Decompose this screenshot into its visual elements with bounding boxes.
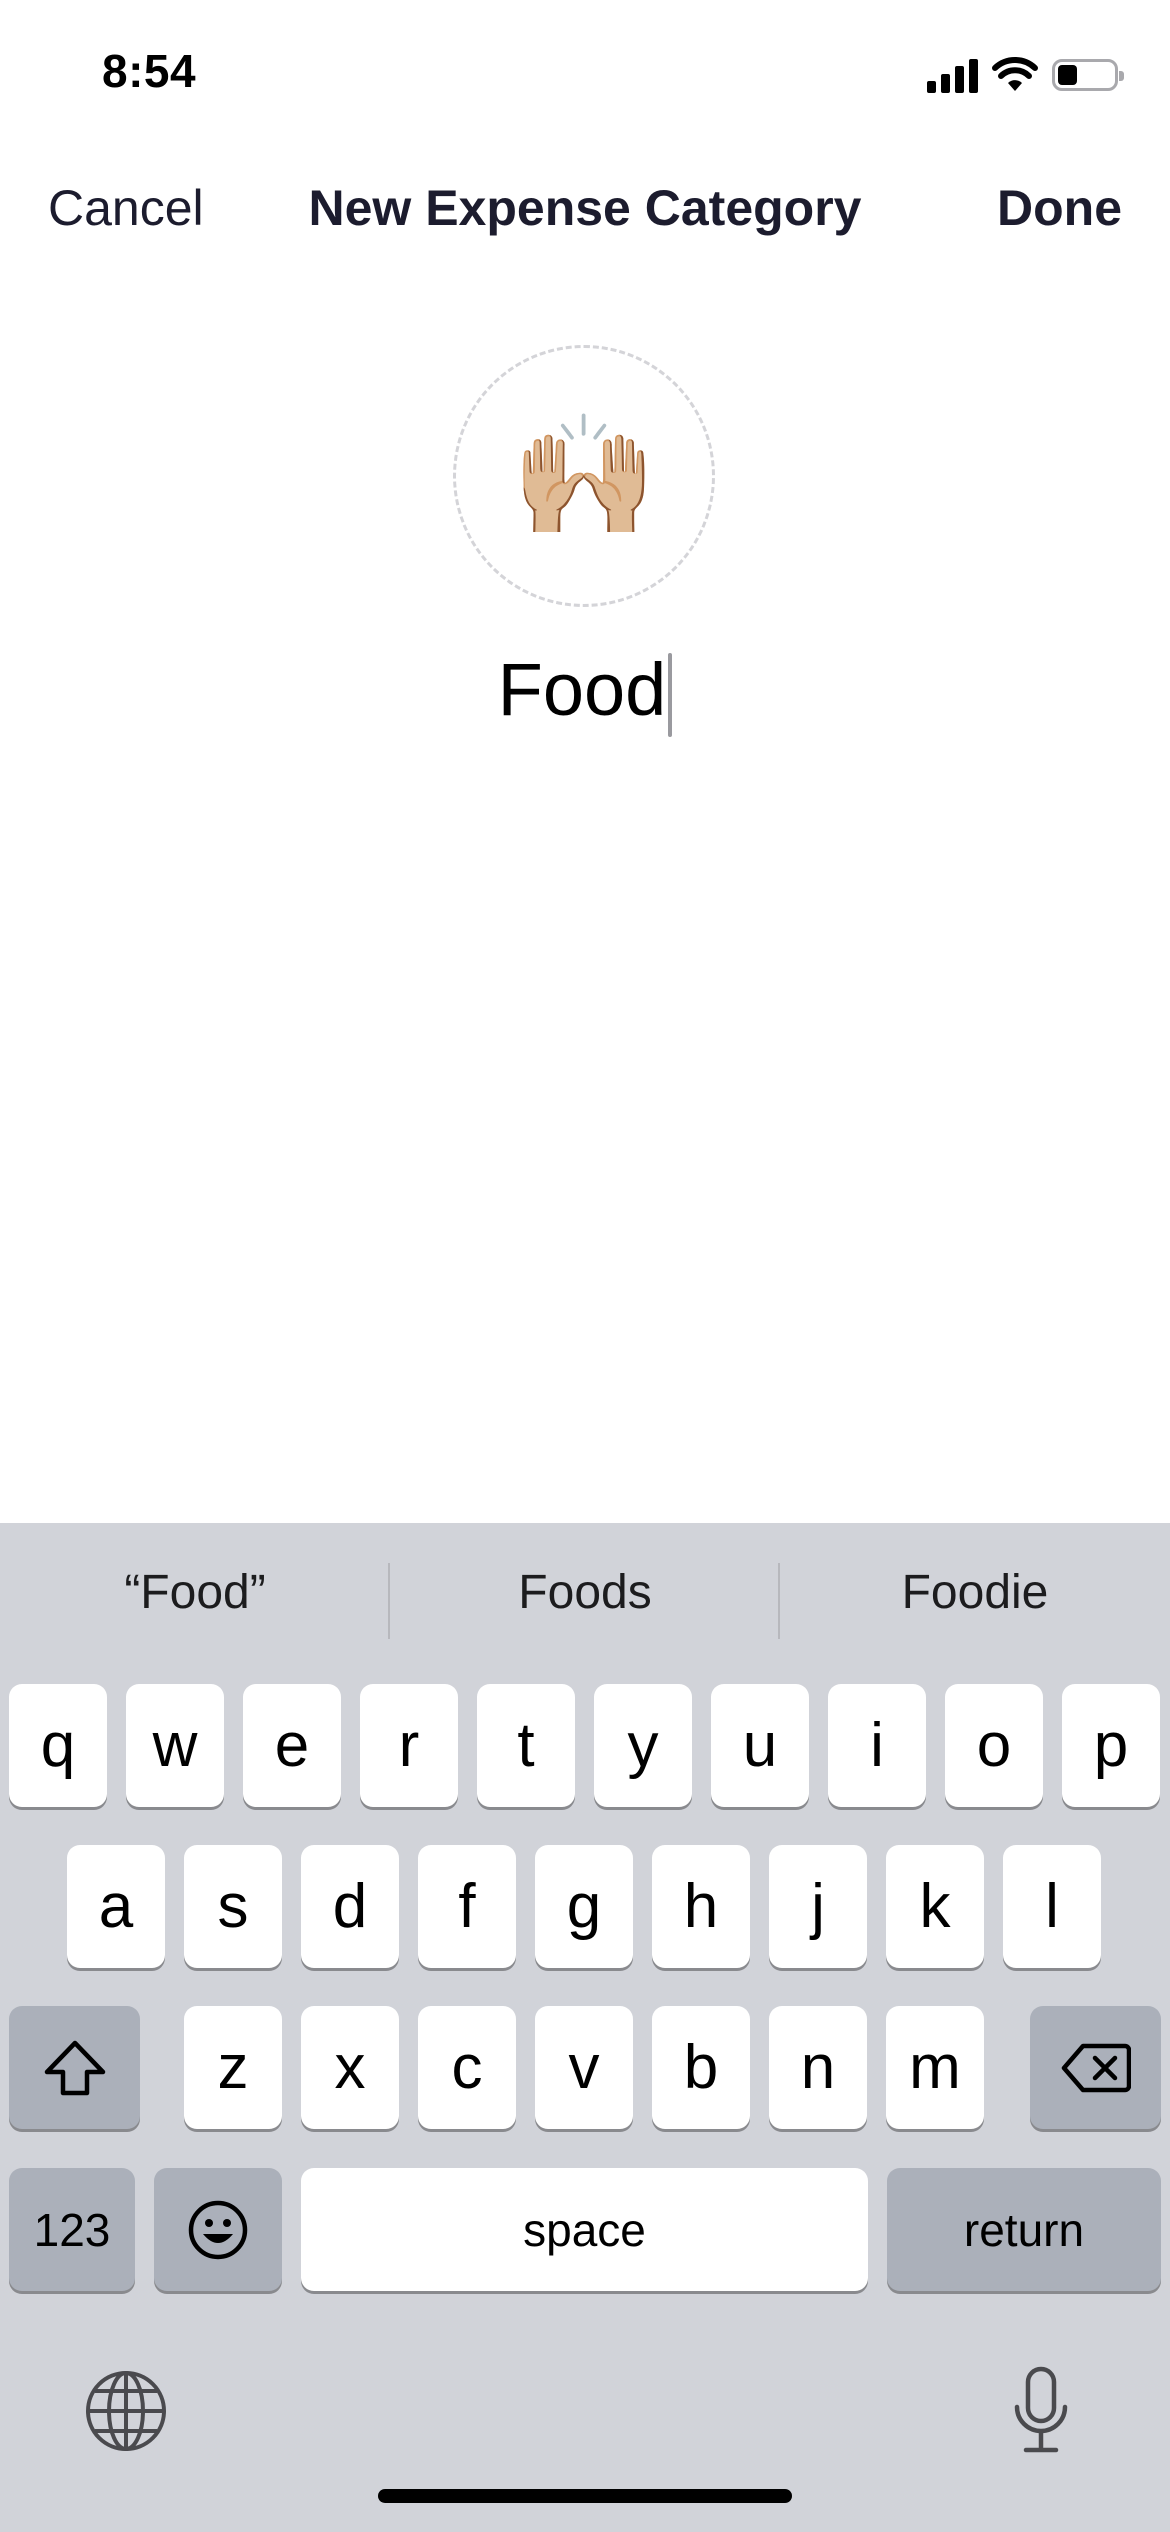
key-n[interactable]: n	[769, 2006, 867, 2129]
return-key[interactable]: return	[887, 2168, 1161, 2291]
key-i[interactable]: i	[828, 1684, 926, 1807]
key-b[interactable]: b	[652, 2006, 750, 2129]
space-key[interactable]: space	[301, 2168, 868, 2291]
wifi-icon	[992, 57, 1038, 91]
key-f[interactable]: f	[418, 1845, 516, 1968]
key-g[interactable]: g	[535, 1845, 633, 1968]
key-y[interactable]: y	[594, 1684, 692, 1807]
backspace-icon	[1061, 2043, 1131, 2092]
key-q[interactable]: q	[9, 1684, 107, 1807]
key-m[interactable]: m	[886, 2006, 984, 2129]
status-bar: 8:54	[0, 0, 1170, 140]
key-v[interactable]: v	[535, 2006, 633, 2129]
battery-icon	[1052, 59, 1124, 91]
suggestion-item[interactable]: Foods	[390, 1553, 780, 1633]
emoji-picker-button[interactable]: 🙌🏼	[453, 345, 715, 607]
key-p[interactable]: p	[1062, 1684, 1160, 1807]
key-j[interactable]: j	[769, 1845, 867, 1968]
category-name-text: Food	[497, 648, 667, 731]
numbers-key[interactable]: 123	[9, 2168, 135, 2291]
emoji-smiley-icon	[188, 2200, 248, 2259]
status-icons	[927, 52, 1124, 98]
key-k[interactable]: k	[886, 1845, 984, 1968]
cellular-signal-icon	[927, 57, 978, 93]
suggestion-item[interactable]: “Food”	[0, 1553, 390, 1633]
key-u[interactable]: u	[711, 1684, 809, 1807]
shift-key[interactable]	[9, 2006, 140, 2129]
key-e[interactable]: e	[243, 1684, 341, 1807]
text-cursor	[668, 653, 673, 738]
suggestion-item[interactable]: Foodie	[780, 1553, 1170, 1633]
key-x[interactable]: x	[301, 2006, 399, 2129]
key-t[interactable]: t	[477, 1684, 575, 1807]
key-c[interactable]: c	[418, 2006, 516, 2129]
key-l[interactable]: l	[1003, 1845, 1101, 1968]
key-a[interactable]: a	[67, 1845, 165, 1968]
cancel-button[interactable]: Cancel	[48, 176, 204, 240]
suggestion-bar: “Food” Foods Foodie	[0, 1523, 1170, 1673]
keyboard: “Food” Foods Foodie q w e r t y u i o p …	[0, 1523, 1170, 2532]
key-s[interactable]: s	[184, 1845, 282, 1968]
key-o[interactable]: o	[945, 1684, 1043, 1807]
key-d[interactable]: d	[301, 1845, 399, 1968]
microphone-icon[interactable]	[1010, 2365, 1072, 2455]
key-w[interactable]: w	[126, 1684, 224, 1807]
globe-icon[interactable]	[84, 2369, 168, 2453]
emoji-key[interactable]	[154, 2168, 282, 2291]
shift-arrow-icon	[44, 2040, 105, 2095]
key-r[interactable]: r	[360, 1684, 458, 1807]
status-time: 8:54	[102, 45, 197, 97]
raising-hands-emoji-icon: 🙌🏼	[510, 410, 658, 542]
home-indicator[interactable]	[378, 2489, 792, 2503]
category-name-input[interactable]: Food	[0, 645, 1170, 738]
done-button[interactable]: Done	[997, 176, 1122, 240]
key-z[interactable]: z	[184, 2006, 282, 2129]
key-h[interactable]: h	[652, 1845, 750, 1968]
delete-key[interactable]	[1030, 2006, 1161, 2129]
